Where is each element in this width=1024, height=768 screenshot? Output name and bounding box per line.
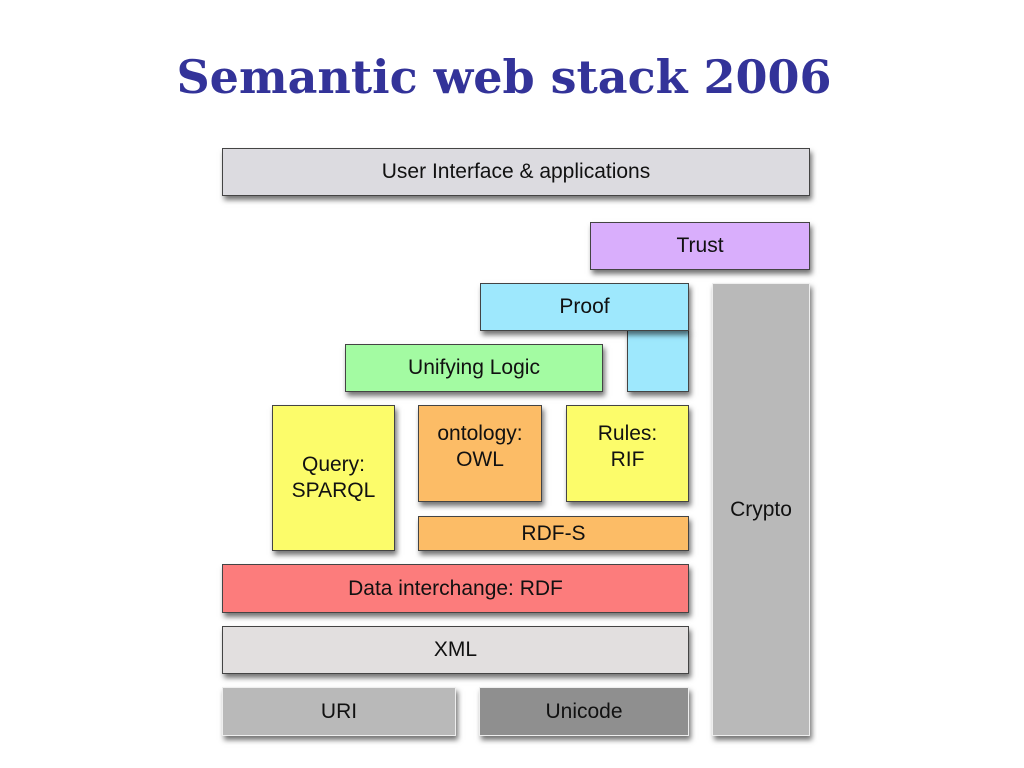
layer-label: RDF-S bbox=[521, 521, 586, 545]
layer-label: User Interface & applications bbox=[381, 160, 651, 183]
layer-label: Query: SPARQL bbox=[291, 453, 376, 502]
layer-proof: Proof bbox=[480, 283, 689, 331]
layer-ontology-owl: ontology: OWL bbox=[418, 405, 542, 502]
layer-query-sparql: Query: SPARQL bbox=[272, 405, 395, 551]
layer-unifying-logic: Unifying Logic bbox=[345, 344, 603, 392]
layer-label: Unicode bbox=[545, 699, 623, 723]
layer-label: Unifying Logic bbox=[408, 356, 540, 379]
layer-label: Trust bbox=[676, 234, 724, 257]
layer-uri: URI bbox=[222, 687, 456, 736]
layer-proof-extension bbox=[627, 330, 689, 392]
layer-label: Rules: RIF bbox=[597, 421, 658, 471]
layer-rdfs: RDF-S bbox=[418, 516, 689, 551]
layer-unicode: Unicode bbox=[479, 687, 689, 736]
layer-label: Proof bbox=[559, 295, 610, 318]
layer-label: URI bbox=[320, 699, 358, 723]
layer-label: ontology: OWL bbox=[437, 421, 523, 471]
slide-title: Semantic web stack 2006 bbox=[176, 50, 832, 104]
layer-label: Crypto bbox=[730, 497, 792, 521]
layer-user-interface: User Interface & applications bbox=[222, 148, 810, 196]
layer-crypto: Crypto bbox=[712, 283, 810, 736]
layer-trust: Trust bbox=[590, 222, 810, 270]
layer-xml: XML bbox=[222, 626, 689, 674]
layer-label: XML bbox=[433, 638, 478, 661]
layer-rdf: Data interchange: RDF bbox=[222, 564, 689, 613]
layer-label: Data interchange: RDF bbox=[348, 576, 563, 600]
layer-rules-rif: Rules: RIF bbox=[566, 405, 689, 502]
